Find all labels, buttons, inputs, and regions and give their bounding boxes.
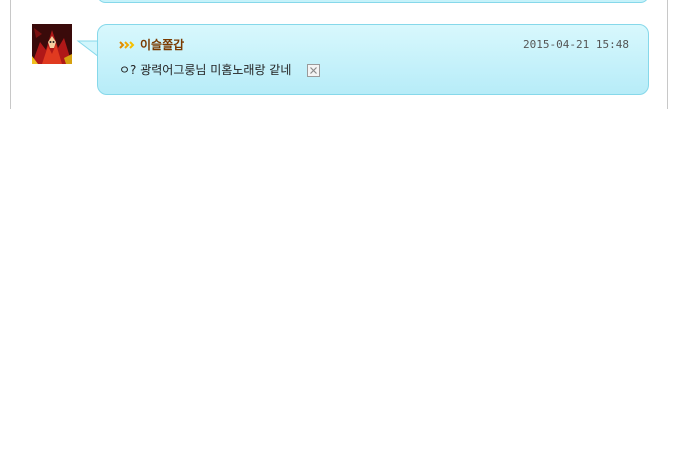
rank-chevron-icon <box>119 41 135 49</box>
comment-timestamp: 2015-04-21 15:48 <box>523 38 629 51</box>
comment-message: ㅇ? 광력어그룽님 미홈노래랑 같네 <box>119 63 292 77</box>
close-x-icon <box>310 67 317 74</box>
delete-comment-button[interactable] <box>307 64 320 77</box>
comment-bubble <box>97 24 649 95</box>
comment-username[interactable]: 이슬쫄갑 <box>140 37 184 53</box>
user-avatar[interactable] <box>32 24 72 64</box>
red-demon-avatar-icon <box>32 24 72 64</box>
previous-comment-bubble <box>97 0 649 3</box>
